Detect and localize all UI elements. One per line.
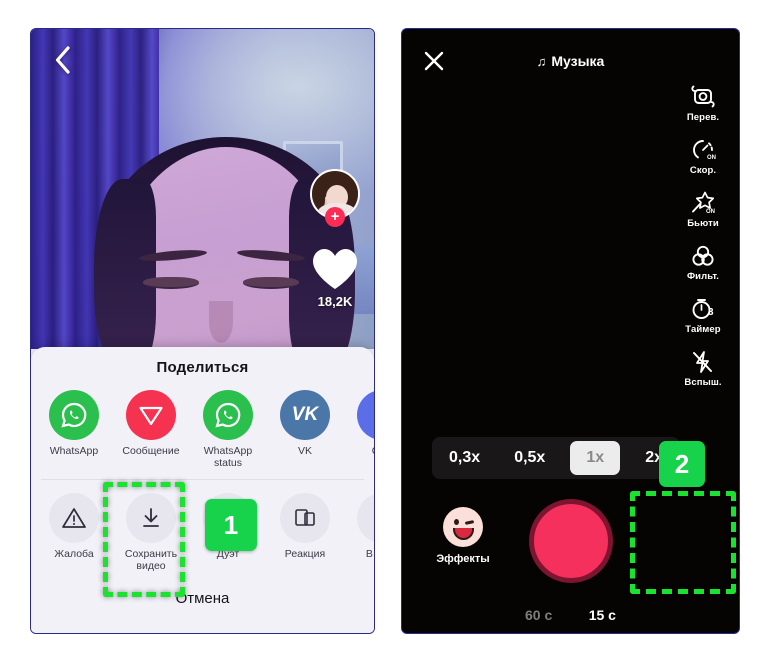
beauty-wand-icon: ON	[675, 189, 731, 216]
music-selector[interactable]: ♫ Музыка	[402, 53, 739, 69]
tool-label: Таймер	[685, 324, 721, 335]
bookmark-icon	[357, 493, 374, 543]
action-label: Жалоба	[54, 548, 94, 560]
tool-label: Фильт.	[686, 271, 720, 282]
smiley-wink-icon	[443, 507, 483, 547]
tool-beauty[interactable]: ON Бьюти	[675, 189, 731, 229]
zoom-option-03x[interactable]: 0,3x	[440, 443, 489, 473]
svg-text:3: 3	[708, 307, 714, 318]
chevron-left-icon	[54, 45, 71, 79]
smiley-mouth	[453, 528, 474, 540]
follow-plus-button[interactable]: +	[325, 207, 345, 227]
tool-label: Вспыш.	[684, 377, 722, 388]
video-person-hair-left	[94, 179, 156, 349]
tool-flip-camera[interactable]: Перев.	[675, 83, 731, 123]
like-count: 18,2K	[317, 294, 353, 309]
whatsapp-icon	[49, 390, 99, 440]
zoom-option-1x[interactable]: 1x	[570, 441, 621, 475]
reaction-icon	[280, 493, 330, 543]
step-badge-1: 1	[205, 499, 257, 551]
action-favorites[interactable]: В избр	[353, 493, 374, 572]
vk-icon: VK	[280, 390, 330, 440]
like-heart-icon[interactable]	[311, 247, 359, 291]
zoom-level-bar[interactable]: 0,3x 0,5x 1x 2x	[432, 437, 680, 479]
video-person-nose	[209, 301, 233, 343]
right-phone-screen: ♫ Музыка Перев. ON Скор. ON Бьюти Фильт.…	[401, 28, 740, 634]
share-target-vk[interactable]: VK VK	[276, 390, 334, 469]
smiley-eye-open	[454, 519, 459, 525]
camera-controls: Эффекты Загрузить	[402, 499, 739, 591]
share-target-label: Ссы	[353, 445, 374, 457]
share-sheet-title: Поделиться	[156, 359, 249, 376]
tool-flash[interactable]: Вспыш.	[675, 348, 731, 388]
timer-icon: 3	[675, 295, 731, 322]
flash-off-icon	[675, 348, 731, 375]
tool-label: Скор.	[689, 165, 717, 176]
music-note-icon: ♫	[536, 54, 547, 69]
whatsapp-status-icon	[203, 390, 253, 440]
zoom-option-05x[interactable]: 0,5x	[505, 443, 554, 473]
duration-option-15[interactable]: 15 с	[589, 607, 616, 623]
left-phone-screen: + 18,2K Поделиться WhatsApp Сообщение Wh…	[30, 28, 375, 634]
action-label: В избр	[365, 548, 374, 560]
share-target-whatsapp[interactable]: WhatsApp	[45, 390, 103, 469]
filters-circles-icon	[675, 242, 731, 269]
link-icon	[357, 390, 374, 440]
video-player[interactable]: + 18,2K	[31, 29, 374, 349]
tool-label: Перев.	[686, 112, 720, 123]
smiley-eye-wink	[464, 520, 475, 525]
camera-top-bar: ♫ Музыка	[402, 29, 739, 91]
speed-gauge-icon: ON	[675, 136, 731, 163]
telegram-send-icon	[126, 390, 176, 440]
tool-label: Бьюти	[687, 218, 719, 229]
video-person-eye-left	[143, 277, 199, 289]
screenshot-stage: + 18,2K Поделиться WhatsApp Сообщение Wh…	[0, 0, 770, 662]
share-sheet: Поделиться WhatsApp Сообщение WhatsApp s…	[31, 347, 374, 633]
music-label: Музыка	[551, 53, 605, 69]
action-label: Реакция	[284, 548, 326, 560]
action-label: Сохранить видео	[124, 548, 178, 572]
author-avatar-wrap[interactable]: +	[310, 169, 360, 227]
action-reaction[interactable]: Реакция	[276, 493, 334, 572]
tool-timer[interactable]: 3 Таймер	[675, 295, 731, 335]
camera-tools-rail: Перев. ON Скор. ON Бьюти Фильт. 3 Таймер…	[675, 83, 731, 401]
share-target-whatsapp-status[interactable]: WhatsApp status	[199, 390, 257, 469]
step-badge-2: 2	[659, 441, 705, 487]
record-button[interactable]	[528, 499, 613, 583]
cancel-button[interactable]: Отмена	[31, 590, 374, 607]
effects-button[interactable]: Эффекты	[428, 507, 498, 565]
tool-speed[interactable]: ON Скор.	[675, 136, 731, 176]
svg-text:ON: ON	[707, 155, 716, 161]
share-target-label: WhatsApp	[49, 445, 99, 457]
share-target-label: WhatsApp status	[203, 445, 253, 469]
warning-triangle-icon	[49, 493, 99, 543]
effects-label: Эффекты	[436, 553, 490, 565]
video-side-rail: + 18,2K	[306, 169, 364, 309]
share-actions-row[interactable]: Жалоба Сохранить видео Дуэт Реакция В	[31, 480, 374, 576]
video-person-eye-right	[243, 277, 299, 289]
share-target-link[interactable]: Ссы	[353, 390, 374, 469]
duration-option-60[interactable]: 60 с	[525, 607, 552, 623]
back-button[interactable]	[47, 45, 77, 79]
action-save-video[interactable]: Сохранить видео	[122, 493, 180, 572]
svg-text:ON: ON	[706, 209, 715, 215]
share-target-message[interactable]: Сообщение	[122, 390, 180, 469]
share-targets-row[interactable]: WhatsApp Сообщение WhatsApp status VK VK	[31, 376, 374, 475]
download-icon	[126, 493, 176, 543]
action-report[interactable]: Жалоба	[45, 493, 103, 572]
share-target-label: Сообщение	[122, 445, 180, 457]
share-target-label: VK	[297, 445, 312, 457]
duration-selector[interactable]: 60 с 15 с	[402, 607, 739, 633]
tool-filters[interactable]: Фильт.	[675, 242, 731, 282]
flip-camera-icon	[675, 83, 731, 110]
